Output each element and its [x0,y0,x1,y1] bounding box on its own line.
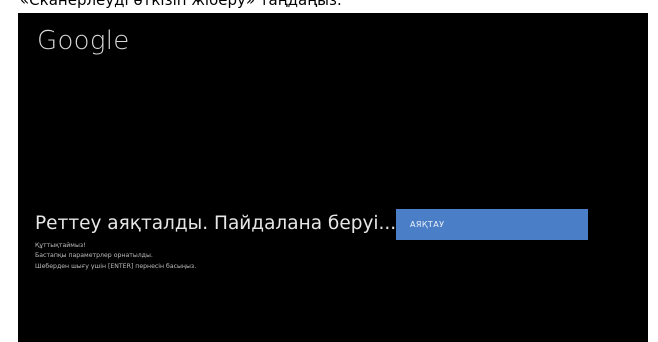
exit-wizard-hint: Шеберден шығу үшін [ENTER] пернесін басы… [35,263,197,270]
tv-setup-screen: Google Реттеу аяқталды. Пайдалана беруі.… [18,13,648,342]
congratulations-text: Құттықтаймыз! [35,242,86,249]
google-logo-text: Google [37,26,130,56]
setup-complete-heading: Реттеу аяқталды. Пайдалана беруі... [35,213,397,234]
settings-installed-text: Бастапқы параметрлер орнатылды. [35,252,153,259]
finish-button[interactable]: АЯҚТАУ [396,209,588,240]
instruction-caption: «Сканерлеуді өткізіп жіберу» таңдаңыз. [20,0,342,9]
